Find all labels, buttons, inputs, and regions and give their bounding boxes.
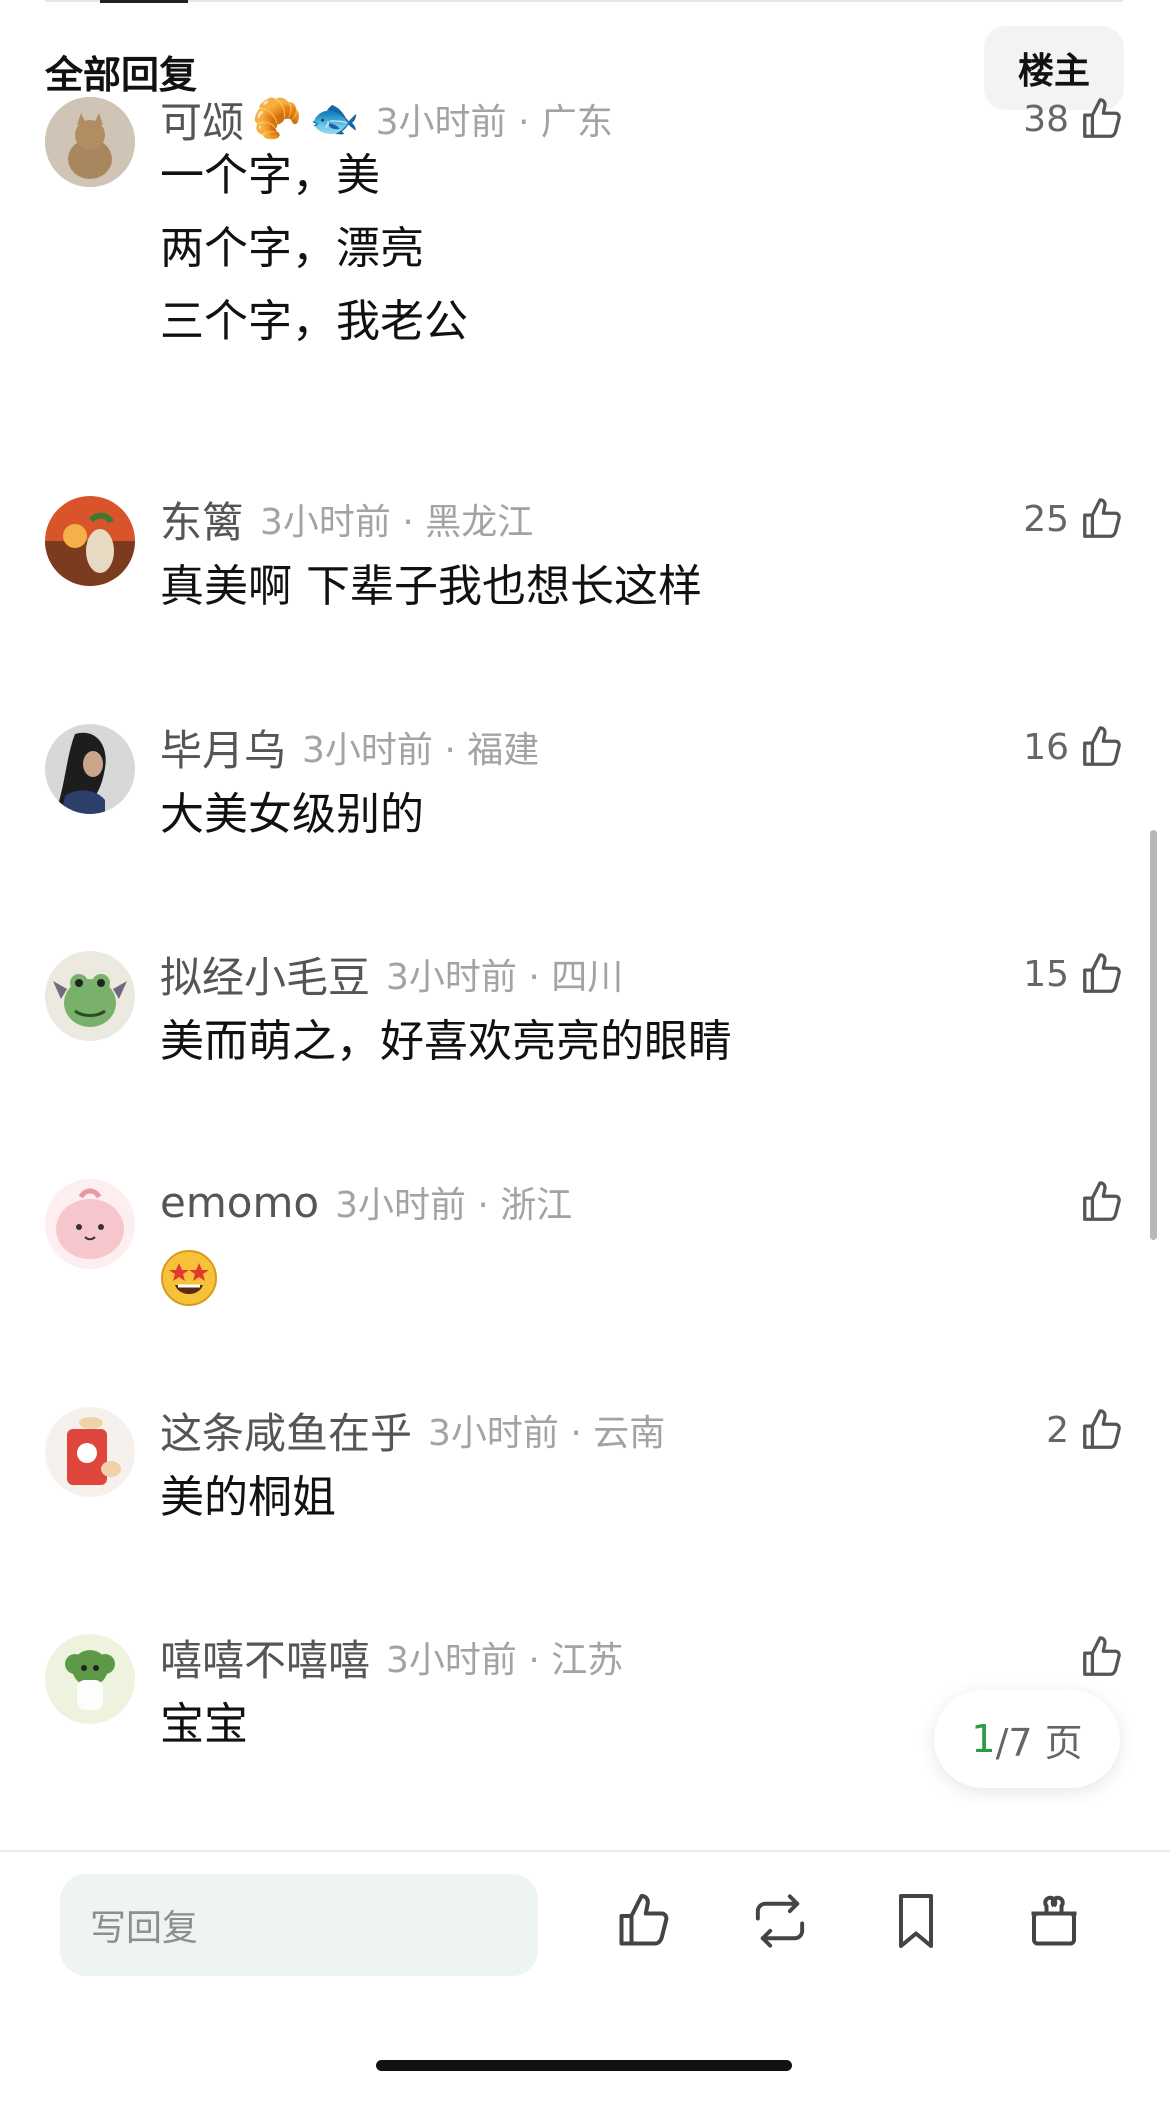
thumbs-up-icon <box>1079 1179 1125 1225</box>
like-button[interactable]: 25 <box>1023 494 1125 544</box>
username[interactable]: 拟经小毛豆 <box>160 944 370 1005</box>
like-button[interactable]: 15 <box>1023 949 1125 999</box>
like-count: 38 <box>1023 98 1069 140</box>
comment-line: 美而萌之，好喜欢亮亮的眼睛 <box>160 1016 732 1067</box>
comment-time-location: 3小时前 · 浙江 <box>335 1185 573 1226</box>
comment-line: 三个字，我老公 <box>160 296 468 347</box>
like-count: 25 <box>1023 498 1069 540</box>
green-creature-avatar-icon <box>45 1634 135 1724</box>
repost-button[interactable] <box>748 1888 812 1958</box>
thumbs-up-icon <box>1079 951 1125 997</box>
croissant-badge-icon: 🥐 <box>252 96 302 142</box>
comment-time-location: 3小时前 · 福建 <box>302 730 540 771</box>
gift-icon <box>1024 1891 1084 1955</box>
comment-line: 宝宝 <box>160 1699 248 1750</box>
repost-icon <box>748 1891 812 1955</box>
scrollbar[interactable] <box>1150 830 1157 1240</box>
username[interactable]: emomo <box>160 1178 319 1227</box>
comment-text: 美而萌之，好喜欢亮亮的眼睛 <box>160 1005 732 1078</box>
like-button[interactable]: 38 <box>1023 94 1125 144</box>
avatar[interactable] <box>45 724 135 814</box>
comment-time-location: 3小时前 · 云南 <box>428 1413 666 1454</box>
pink-blob-avatar-icon <box>45 1179 135 1269</box>
total-pages: /7 页 <box>995 1720 1083 1765</box>
home-indicator <box>376 2060 792 2071</box>
username[interactable]: 这条咸鱼在乎 <box>160 1400 412 1461</box>
avatar[interactable] <box>45 1407 135 1497</box>
comment-text: 大美女级别的 <box>160 778 424 851</box>
username[interactable]: 东篱 <box>160 489 244 550</box>
comment-meta: 毕月乌 3小时前 · 福建 <box>160 722 540 775</box>
comment-line: 真美啊 下辈子我也想长这样 <box>160 561 702 612</box>
frog-avatar-icon <box>45 951 135 1041</box>
thumbs-up-icon <box>614 1891 674 1955</box>
like-count: 15 <box>1023 953 1069 995</box>
comment-text: 美的桐姐 <box>160 1461 336 1534</box>
comment-text: 真美啊 下辈子我也想长这样 <box>160 550 702 623</box>
comment-meta: 可颂 🥐 🐟 3小时前 · 广东 <box>160 94 613 147</box>
sunset-avatar-icon <box>45 496 135 586</box>
comment-meta: 东篱 3小时前 · 黑龙江 <box>160 494 534 547</box>
thumbs-up-icon <box>1079 1407 1125 1453</box>
bookmark-icon <box>889 1891 943 1955</box>
comment-line: 一个字，美 <box>160 150 380 201</box>
like-count: 16 <box>1023 726 1069 768</box>
username[interactable]: 嘻嘻不嘻嘻 <box>160 1627 370 1688</box>
comment-meta: emomo 3小时前 · 浙江 <box>160 1177 572 1227</box>
reply-placeholder: 写回复 <box>90 1908 199 1949</box>
portrait-avatar-icon <box>45 724 135 814</box>
star-struck-emoji-icon <box>160 1249 218 1307</box>
username[interactable]: 毕月乌 <box>160 717 286 778</box>
goldfish-badge-icon: 🐟 <box>309 96 360 142</box>
avatar[interactable] <box>45 1634 135 1724</box>
page-indicator[interactable]: 1 /7 页 <box>934 1690 1120 1788</box>
like-button[interactable]: 16 <box>1023 722 1125 772</box>
like-count: 2 <box>1046 1409 1069 1451</box>
comment-time-location: 3小时前 · 江苏 <box>386 1640 624 1681</box>
gift-button[interactable] <box>1022 1888 1086 1958</box>
bookmark-button[interactable] <box>884 1888 948 1958</box>
active-tab-indicator <box>100 0 188 3</box>
footer-divider <box>0 1850 1170 1852</box>
comment-time-location: 3小时前 · 黑龙江 <box>260 502 534 543</box>
like-button[interactable] <box>1079 1177 1125 1227</box>
like-post-button[interactable] <box>612 1888 676 1958</box>
avatar[interactable] <box>45 951 135 1041</box>
comment-time-location: 3小时前 · 四川 <box>386 957 624 998</box>
comment-meta: 嘻嘻不嘻嘻 3小时前 · 江苏 <box>160 1632 624 1685</box>
top-divider <box>45 0 1123 2</box>
comment-text: 一个字，美 两个字，漂亮 三个字，我老公 <box>160 139 468 358</box>
comment-meta: 这条咸鱼在乎 3小时前 · 云南 <box>160 1405 666 1458</box>
reply-input[interactable]: 写回复 <box>60 1874 538 1976</box>
comment-line: 大美女级别的 <box>160 789 424 840</box>
comment-meta: 拟经小毛豆 3小时前 · 四川 <box>160 949 624 1002</box>
red-pack-avatar-icon <box>45 1407 135 1497</box>
comment-line: 美的桐姐 <box>160 1472 336 1523</box>
like-button[interactable] <box>1079 1632 1125 1682</box>
avatar[interactable] <box>45 1179 135 1269</box>
comment-time-location: 3小时前 · 广东 <box>375 102 613 143</box>
thumbs-up-icon <box>1079 96 1125 142</box>
like-button[interactable]: 2 <box>1046 1405 1125 1455</box>
thumbs-up-icon <box>1079 724 1125 770</box>
avatar[interactable] <box>45 97 135 187</box>
thumbs-up-icon <box>1079 496 1125 542</box>
comment-line: 两个字，漂亮 <box>160 223 424 274</box>
avatar[interactable] <box>45 496 135 586</box>
thumbs-up-icon <box>1079 1634 1125 1680</box>
comment-text: 宝宝 <box>160 1688 248 1761</box>
current-page: 1 <box>971 1717 996 1761</box>
cat-avatar-icon <box>45 97 135 187</box>
